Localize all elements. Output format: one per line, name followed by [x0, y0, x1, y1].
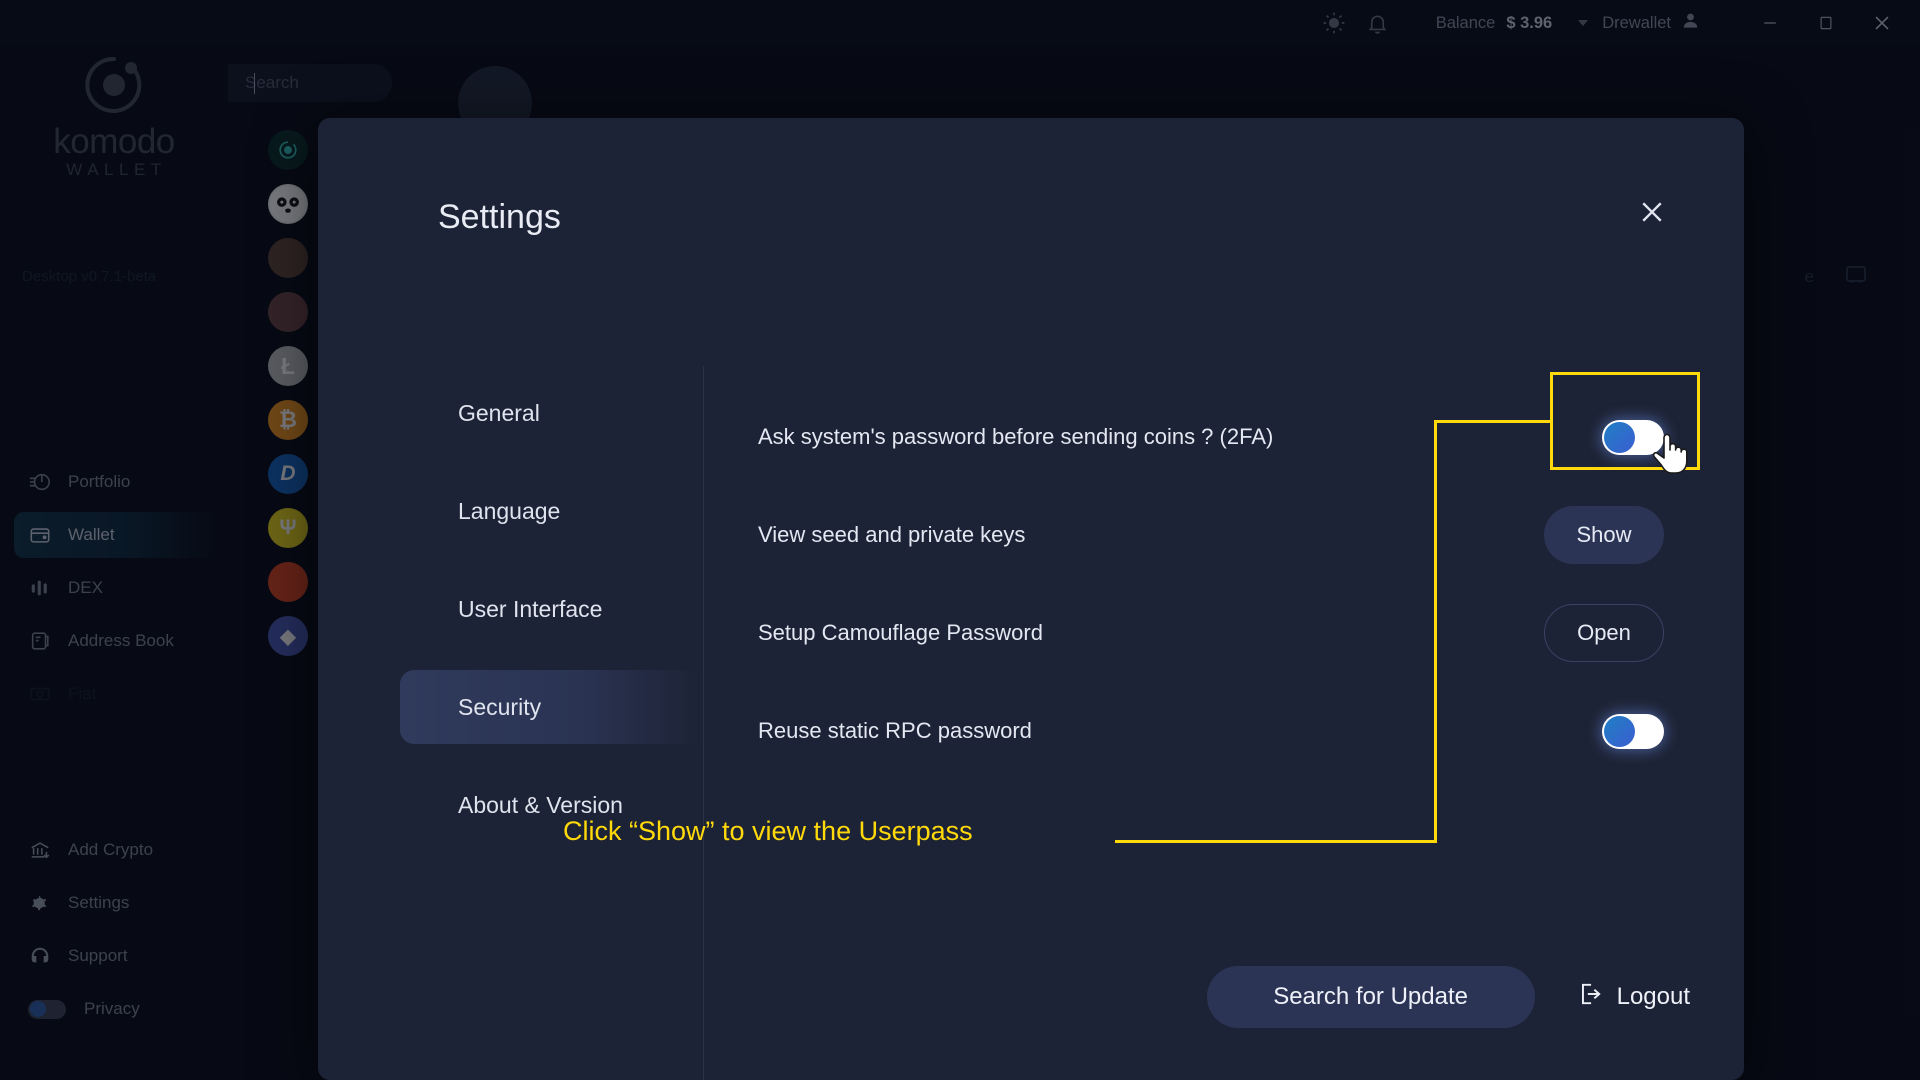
setting-row-view-seed: View seed and private keys Show — [758, 486, 1704, 584]
annotation-text: Click “Show” to view the Userpass — [563, 816, 973, 846]
setting-label: Ask system's password before sending coi… — [758, 424, 1274, 449]
mouse-cursor-pointer-icon — [1652, 428, 1692, 481]
security-settings-rows: Ask system's password before sending coi… — [758, 388, 1704, 780]
logout-label: Logout — [1616, 983, 1690, 1010]
search-for-update-button[interactable]: Search for Update — [1206, 966, 1535, 1028]
setting-control: Show — [1544, 506, 1664, 564]
tab-general[interactable]: General — [400, 376, 700, 450]
settings-modal: Settings General Language User Interface… — [318, 118, 1744, 1080]
close-icon[interactable] — [1630, 190, 1674, 234]
setting-control — [1602, 713, 1664, 749]
tab-language[interactable]: Language — [400, 474, 700, 548]
setting-label: Reuse static RPC password — [758, 718, 1032, 743]
open-camouflage-button[interactable]: Open — [1544, 604, 1664, 662]
logout-button[interactable]: Logout — [1577, 981, 1690, 1014]
tab-label: Language — [458, 497, 561, 524]
modal-title: Settings — [438, 198, 561, 236]
tab-label: User Interface — [458, 595, 603, 622]
show-seed-button[interactable]: Show — [1544, 506, 1664, 564]
annotation-line-horizontal-upper — [1434, 420, 1553, 423]
setting-row-rpc-password: Reuse static RPC password — [758, 682, 1704, 780]
setting-row-2fa: Ask system's password before sending coi… — [758, 388, 1704, 486]
setting-control: Open — [1544, 604, 1664, 662]
tab-label: Security — [458, 693, 542, 720]
tab-security[interactable]: Security — [400, 670, 700, 744]
tab-label: General — [458, 399, 540, 426]
modal-divider — [703, 366, 704, 1080]
logout-icon — [1577, 981, 1603, 1014]
settings-tablist: General Language User Interface Security… — [400, 376, 700, 866]
annotation-line-vertical — [1434, 420, 1437, 843]
tab-label: About & Version — [458, 791, 623, 818]
modal-footer: Search for Update Logout — [1206, 966, 1690, 1028]
annotation-line-horizontal-lower — [1115, 840, 1437, 843]
setting-row-camouflage: Setup Camouflage Password Open — [758, 584, 1704, 682]
toggle-reuse-rpc-password[interactable] — [1602, 713, 1664, 749]
app-window: komodo WALLET Desktop v0.7.1-beta Portfo… — [0, 0, 1920, 1080]
tab-user-interface[interactable]: User Interface — [400, 572, 700, 646]
